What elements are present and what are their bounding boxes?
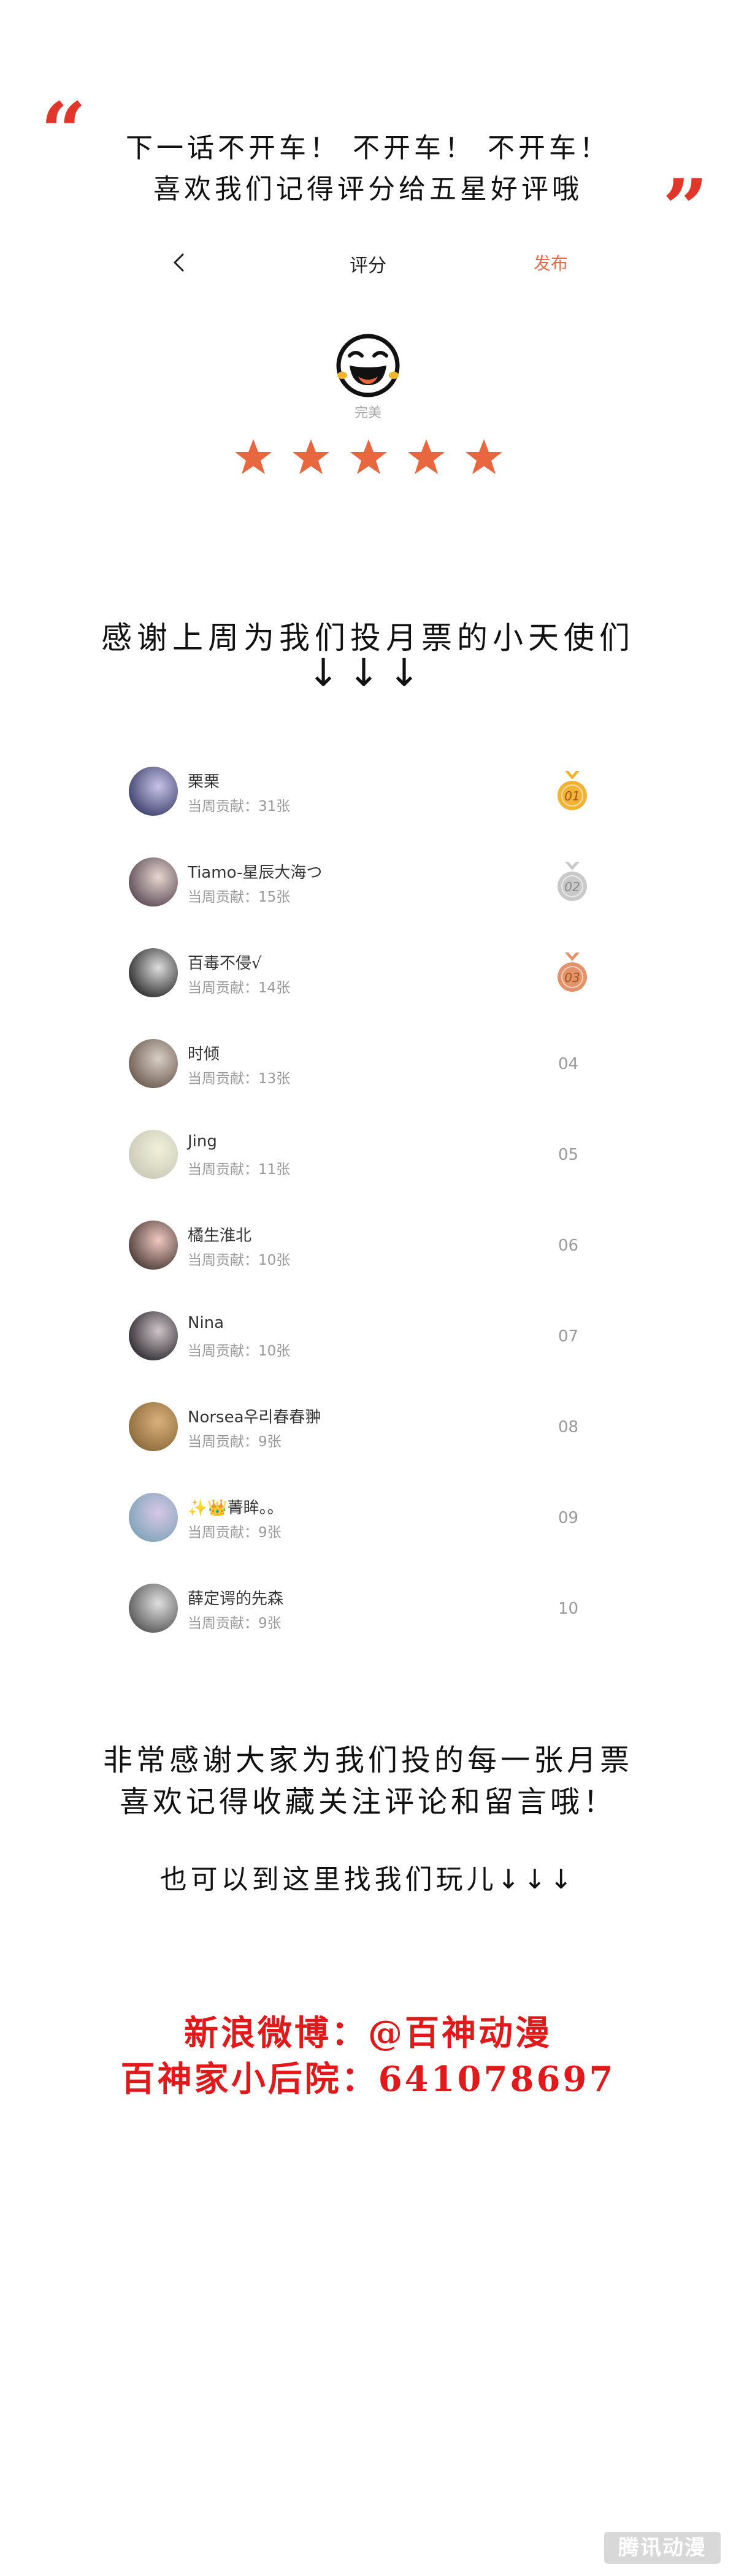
user-name: Jing [188, 1132, 217, 1151]
user-name: Nina [188, 1314, 224, 1332]
avatar[interactable] [129, 1039, 178, 1088]
gold-medal-icon: 01 [558, 771, 587, 810]
bronze-medal-icon: 03 [558, 953, 587, 992]
ranking-row[interactable]: Norsea우리春春翀 当周贡献：9张 08 [129, 1396, 607, 1457]
avatar[interactable] [129, 767, 178, 816]
avatar[interactable] [129, 1221, 178, 1270]
rank-number: 04 [558, 1055, 579, 1073]
intro-line-2: 喜欢我们记得评分给五星好评哦 [153, 174, 583, 205]
down-arrows: ↓↓↓ [307, 650, 429, 695]
ranking-row[interactable]: Nina 当周贡献：10张 07 [129, 1305, 607, 1367]
ranking-row[interactable]: Tiamo-星辰大海つ 当周贡献：15张 02 [129, 851, 607, 913]
page-title: 评分 [350, 255, 386, 277]
ranking-row[interactable]: 时倾当周贡献：13张 04 [129, 1033, 607, 1094]
weekly-contribution: 当周贡献：9张 [188, 1434, 282, 1450]
weibo-contact: 新浪微博：@百神动漫 [184, 2013, 552, 2053]
star-icon[interactable] [406, 437, 447, 477]
intro-line-1: 下一话不开车！ 不开车！ 不开车！ [126, 132, 610, 164]
weekly-contribution: 当周贡献：9张 [188, 1525, 282, 1541]
avatar[interactable] [129, 1311, 178, 1360]
user-name: 时倾 [188, 1045, 220, 1064]
ranking-row[interactable]: ✨👑菁眸。。 当周贡献：9张 09 [129, 1487, 607, 1548]
rank-number: 06 [558, 1236, 579, 1255]
user-name: 橘生淮北 [188, 1227, 252, 1245]
user-name: 百毒不侵√ [188, 954, 262, 973]
laughing-face-icon [336, 334, 400, 397]
ranking-row[interactable]: 栗栗当周贡献：31张 01 [129, 761, 607, 822]
star-icon[interactable] [348, 437, 389, 477]
silver-medal-icon: 02 [558, 862, 587, 901]
avatar[interactable] [129, 1584, 178, 1633]
rank-number: 05 [558, 1146, 579, 1164]
group-contact: 百神家小后院：641078697 [120, 2059, 616, 2099]
rank-number: 08 [558, 1418, 579, 1436]
rank-number: 07 [558, 1327, 579, 1346]
weekly-contribution: 当周贡献：15张 [188, 889, 291, 905]
weekly-contribution: 当周贡献：31张 [188, 799, 291, 815]
closing-line-2: 喜欢记得收藏关注评论和留言哦！ [119, 1785, 616, 1819]
avatar[interactable] [129, 1130, 178, 1179]
user-name: Norsea우리春春翀 [188, 1408, 321, 1427]
star-icon[interactable] [233, 437, 274, 477]
weekly-contribution: 当周贡献：10张 [188, 1252, 291, 1268]
rank-number: 01 [564, 789, 580, 803]
weekly-contribution: 当周贡献：11张 [188, 1162, 291, 1178]
weekly-contribution: 当周贡献：9张 [188, 1616, 282, 1631]
ranking-row[interactable]: 百毒不侵√ 当周贡献：14张 03 [129, 942, 607, 1003]
rank-number: 09 [558, 1509, 579, 1527]
ranking-row[interactable]: 薛定谔的先森 当周贡献：9张 10 [129, 1577, 607, 1639]
avatar[interactable] [129, 948, 178, 997]
ranking-row[interactable]: Jing 当周贡献：11张 05 [129, 1124, 607, 1185]
closing-line-3: 也可以到这里找我们玩儿↓↓↓ [159, 1864, 577, 1895]
publish-button[interactable]: 发布 [534, 250, 568, 275]
weekly-contribution: 当周贡献：13张 [188, 1071, 291, 1087]
star-icon[interactable] [291, 437, 331, 477]
star-rating [233, 437, 509, 480]
rating-top-bar: 评分 发布 [0, 245, 736, 282]
rank-number: 10 [558, 1600, 579, 1618]
user-name: ✨👑菁眸。。 [188, 1499, 283, 1517]
user-name: 栗栗 [188, 773, 220, 791]
rank-number: 03 [564, 970, 580, 985]
avatar[interactable] [129, 857, 178, 907]
avatar[interactable] [129, 1493, 178, 1542]
user-name: Tiamo-星辰大海つ [188, 864, 323, 882]
weekly-contribution: 当周贡献：14张 [188, 980, 291, 996]
ranking-row[interactable]: 橘生淮北当周贡献：10张 06 [129, 1214, 607, 1276]
avatar[interactable] [129, 1402, 178, 1451]
weekly-contribution: 当周贡献：10张 [188, 1343, 291, 1359]
closing-line-1: 非常感谢大家为我们投的每一张月票 [102, 1743, 633, 1777]
user-name: 薛定谔的先森 [188, 1590, 284, 1608]
watermark-logo: 腾讯动漫 [604, 2532, 721, 2564]
star-icon[interactable] [464, 437, 504, 477]
rating-label: 完美 [354, 405, 381, 421]
rank-number: 02 [564, 880, 580, 894]
